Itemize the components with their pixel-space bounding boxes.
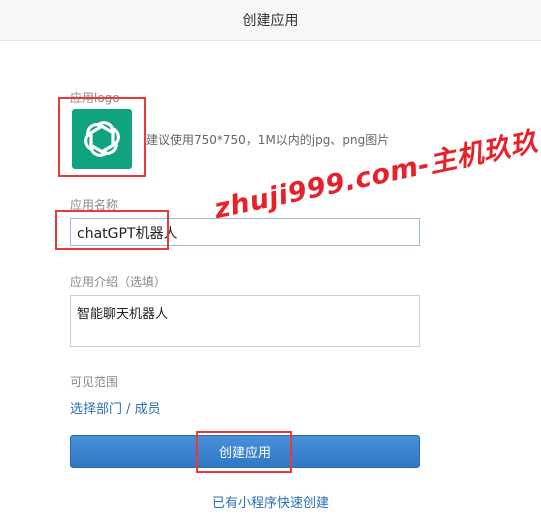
- intro-label: 应用介绍（选填）: [70, 275, 167, 289]
- button-highlight-box: [196, 431, 292, 473]
- app-intro-textarea[interactable]: 智能聊天机器人: [70, 295, 420, 347]
- page-title: 创建应用: [242, 13, 299, 29]
- select-members-link[interactable]: 选择部门 / 成员: [70, 398, 161, 417]
- openai-logo-icon[interactable]: [72, 109, 132, 169]
- header-bar: 创建应用: [0, 0, 541, 41]
- mini-program-link[interactable]: 已有小程序快速创建: [0, 492, 541, 511]
- openai-knot-glyph: [84, 121, 120, 157]
- visibility-label: 可见范围: [70, 375, 119, 389]
- name-highlight-box: [55, 210, 169, 250]
- logo-highlight-box: [58, 97, 146, 177]
- logo-hint: 建议使用750*750，1M以内的jpg、png图片: [146, 133, 390, 147]
